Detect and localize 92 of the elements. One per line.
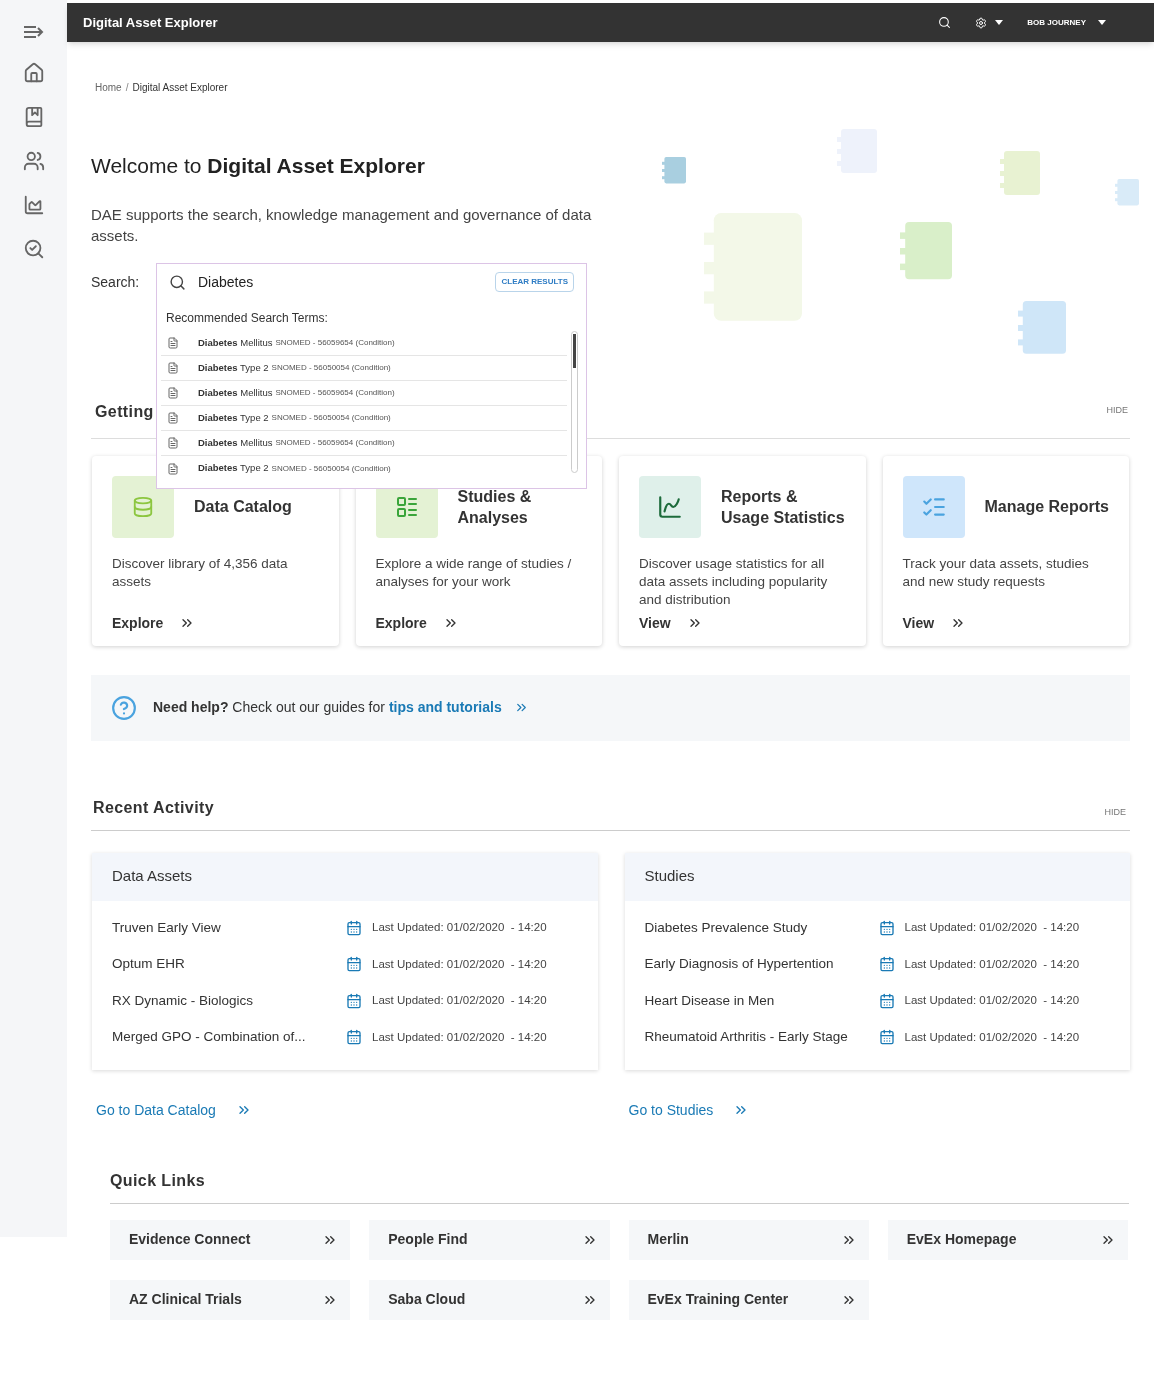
calendar-icon (346, 956, 362, 973)
document-icon (167, 362, 179, 374)
breadcrumb-current: Digital Asset Explorer (132, 81, 228, 95)
activity-name[interactable]: Heart Disease in Men (644, 990, 879, 1011)
search-icon[interactable] (938, 16, 952, 29)
card-action-link[interactable]: View (639, 612, 846, 634)
document-icon (167, 337, 179, 349)
suggestions-title: Recommended Search Terms: (165, 310, 329, 327)
card-description: Explore a wide range of studies / analyses for your work (375, 554, 573, 591)
card-title: Studies & Analyses (457, 486, 533, 528)
tutorials-link[interactable]: tips and tutorials (388, 697, 529, 718)
hide-button[interactable]: HIDE (1104, 806, 1126, 820)
quick-link-button[interactable]: EvEx Homepage (887, 1219, 1128, 1260)
document-icon (167, 437, 179, 449)
help-text: Need help? Check out our guides for (153, 698, 385, 717)
last-updated-text: Last Updated: 01/02/2020 - 14:20 (904, 920, 1080, 936)
caret-icon (995, 20, 1004, 25)
section-heading: Getting (95, 401, 154, 422)
panel-title: Data Assets (112, 866, 193, 887)
quick-link-button[interactable]: Saba Cloud (369, 1279, 610, 1320)
caret-icon (1098, 20, 1106, 25)
go-to-link[interactable]: Go to Data Catalog (96, 1099, 252, 1121)
calendar-icon (878, 956, 895, 973)
settings-icon (975, 16, 988, 29)
quick-link-button[interactable]: EvEx Training Center (628, 1279, 869, 1320)
document-icon (167, 387, 179, 399)
suggestion-item[interactable]: Diabetes Mellitus SNOMED - 56059654 (Condition) (161, 381, 567, 406)
last-updated-text: Last Updated: 01/02/2020 - 14:20 (372, 920, 547, 936)
activity-name[interactable]: Merged GPO - Combination of... (112, 1027, 346, 1048)
activity-name[interactable]: Optum EHR (112, 954, 346, 975)
quick-link-button[interactable]: Merlin (628, 1219, 869, 1260)
activity-name[interactable]: RX Dynamic - Biologics (112, 990, 346, 1011)
card-description: Discover usage statistics for all data assets including popularity and distribution (639, 554, 829, 609)
activity-name[interactable]: Early Diagnosis of Hypertention (644, 954, 879, 975)
suggestion-item[interactable]: Diabetes Mellitus SNOMED - 56059654 (Condition) (161, 331, 567, 356)
card-action-link[interactable]: Explore (375, 612, 582, 634)
list-icon (394, 494, 419, 519)
database-icon (132, 495, 154, 518)
card-action-link[interactable]: Explore (112, 612, 319, 634)
calendar-icon (878, 992, 895, 1009)
section-heading: Quick Links (110, 1170, 207, 1191)
intro-text: DAE supports the search, knowledge management and governance of data assets. (91, 204, 593, 246)
card-title: Reports & Usage Statistics (721, 486, 846, 528)
people-icon[interactable] (22, 150, 45, 172)
suggestion-item[interactable]: Diabetes Type 2 SNOMED - 56050054 (Condition) (161, 456, 567, 481)
breadcrumb-separator: / (125, 81, 129, 95)
search-label: Search: (91, 272, 141, 292)
area-chart-icon[interactable] (22, 194, 45, 216)
last-updated-text: Last Updated: 01/02/2020 - 14:20 (372, 1029, 547, 1045)
card-title: Manage Reports (984, 497, 1109, 517)
card-action-link[interactable]: View (902, 612, 1109, 634)
last-updated-text: Last Updated: 01/02/2020 - 14:20 (372, 956, 547, 972)
document-icon (167, 412, 179, 424)
settings-menu-button[interactable] (975, 16, 1004, 29)
activity-name[interactable]: Diabetes Prevalence Study (644, 917, 879, 938)
suggestion-item[interactable]: Diabetes Type 2 SNOMED - 56050054 (Condition) (161, 356, 567, 381)
search-field[interactable]: Diabetes CLEAR RESULTS (156, 263, 587, 301)
app-title: Digital Asset Explorer (83, 13, 218, 32)
calendar-icon (346, 992, 362, 1009)
expand-icon[interactable] (22, 24, 45, 40)
panel-title: Studies (644, 866, 695, 887)
quick-link-button[interactable]: People Find (369, 1219, 610, 1260)
welcome-heading: Welcome to Digital Asset Explorer (91, 153, 426, 179)
calendar-icon (346, 919, 362, 936)
suggestion-item[interactable]: Diabetes Type 2 SNOMED - 56050054 (Condition) (161, 406, 567, 431)
search-analytics-icon[interactable] (22, 238, 45, 260)
document-icon (167, 462, 179, 475)
calendar-icon (346, 1029, 362, 1046)
search-icon (169, 273, 186, 291)
hide-button[interactable]: HIDE (1106, 404, 1128, 418)
breadcrumb-link[interactable]: Home (95, 80, 122, 95)
card-description: Discover library of 4,356 data assets (112, 554, 289, 591)
calendar-icon (878, 919, 895, 936)
last-updated-text: Last Updated: 01/02/2020 - 14:20 (904, 993, 1080, 1009)
suggestion-item[interactable]: Diabetes Mellitus SNOMED - 56059654 (Condition) (161, 431, 567, 456)
last-updated-text: Last Updated: 01/02/2020 - 14:20 (904, 956, 1080, 972)
search-input[interactable]: Diabetes (198, 271, 484, 293)
section-heading: Recent Activity (93, 797, 214, 818)
user-menu-button[interactable]: BOB JOURNEY (1027, 16, 1106, 29)
card-description: Track your data assets, studies and new study requests (902, 554, 1090, 591)
home-icon[interactable] (22, 62, 45, 84)
quick-link-button[interactable]: AZ Clinical Trials (110, 1279, 351, 1320)
activity-name[interactable]: Truven Early View (112, 917, 346, 938)
activity-name[interactable]: Rheumatoid Arthritis - Early Stage (644, 1027, 879, 1048)
chart-icon (657, 493, 683, 520)
calendar-icon (878, 1029, 895, 1046)
quick-link-button[interactable]: Evidence Connect (110, 1219, 351, 1260)
go-to-link[interactable]: Go to Studies (628, 1099, 750, 1121)
last-updated-text: Last Updated: 01/02/2020 - 14:20 (372, 993, 547, 1009)
clear-results-button[interactable]: CLEAR RESULTS (495, 272, 574, 292)
card-title: Data Catalog (194, 497, 293, 517)
last-updated-text: Last Updated: 01/02/2020 - 14:20 (904, 1029, 1080, 1045)
